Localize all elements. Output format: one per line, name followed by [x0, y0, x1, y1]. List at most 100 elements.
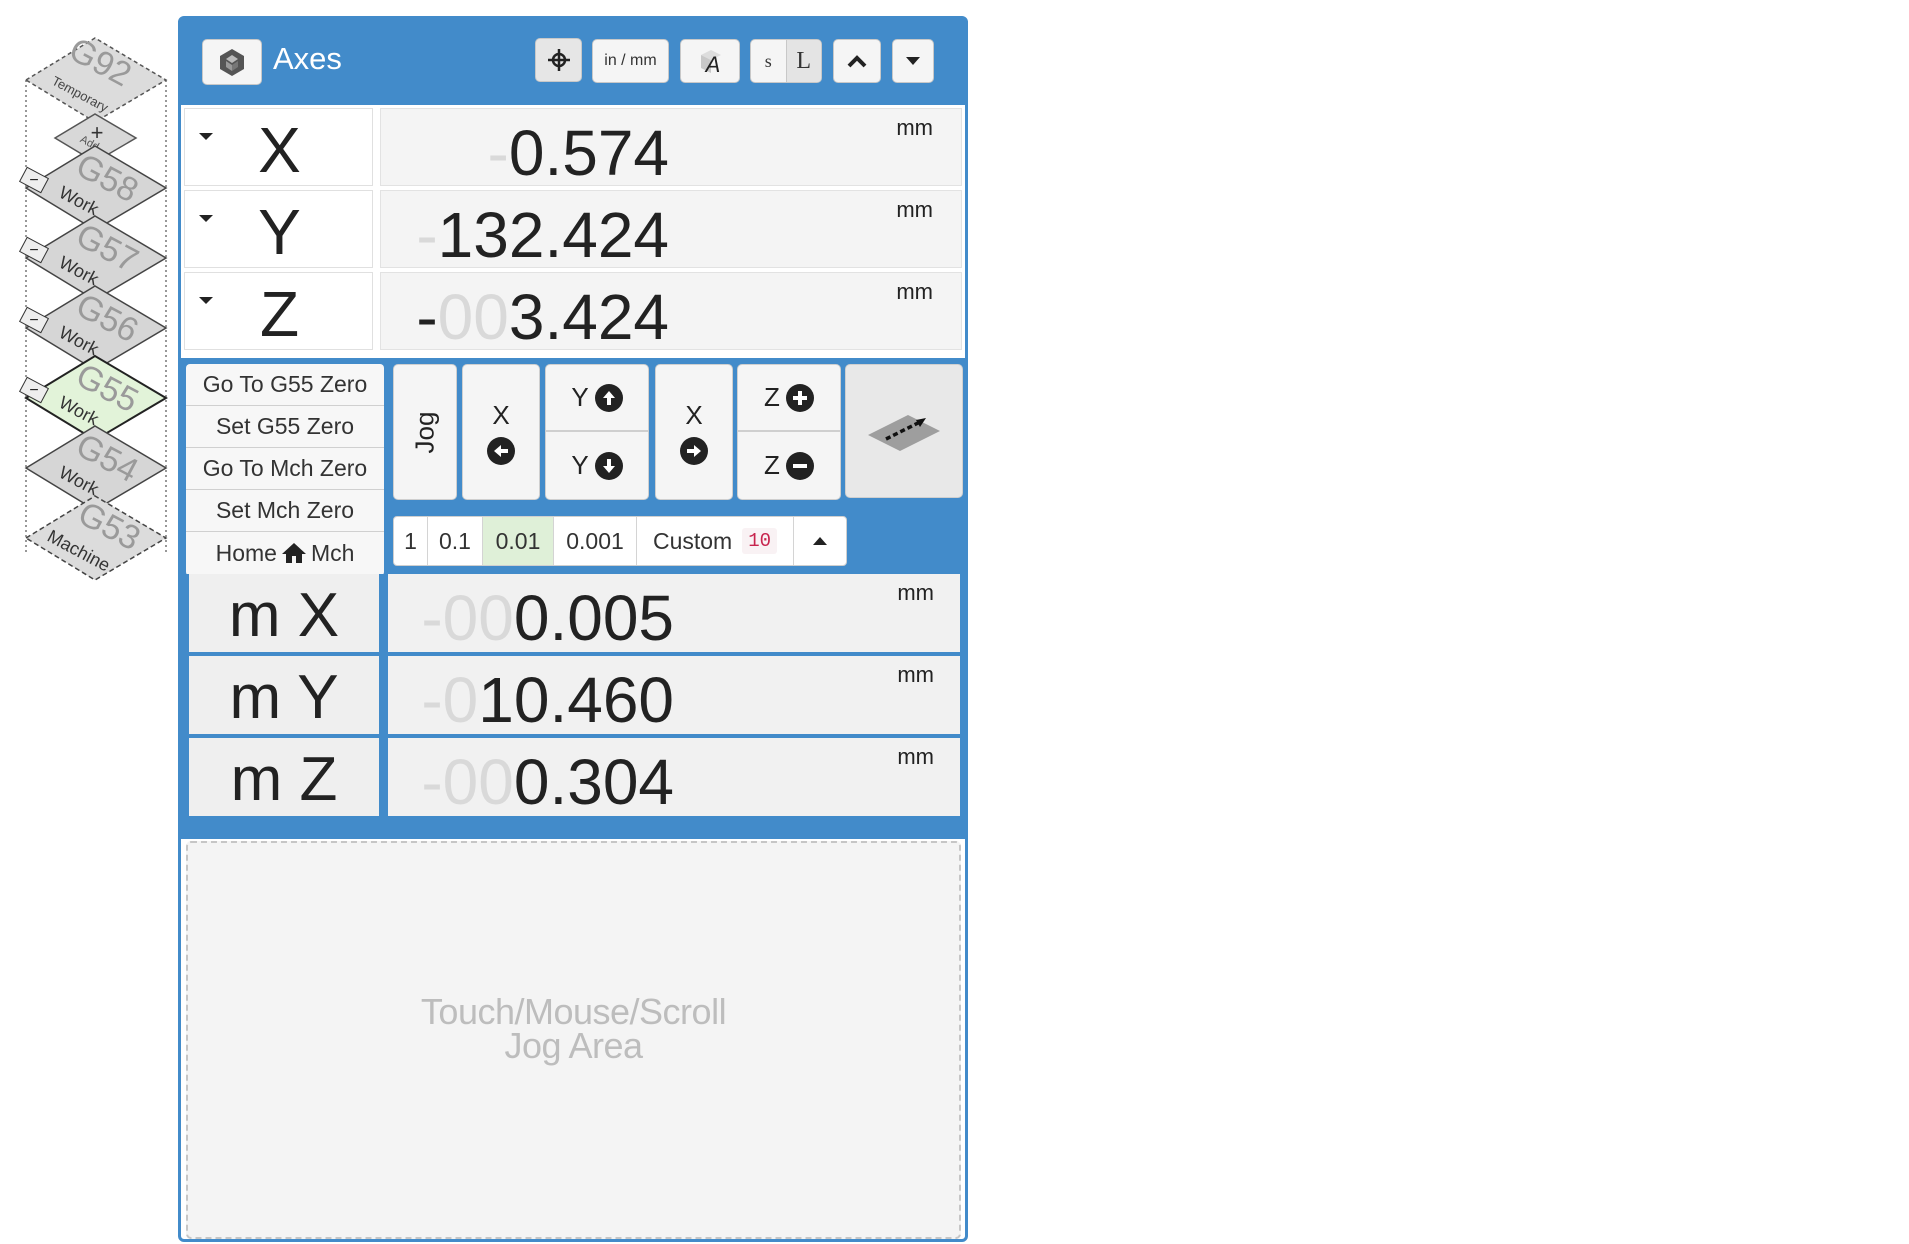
- panel-title: Axes: [273, 41, 342, 76]
- unit-label: mm: [896, 197, 933, 222]
- value-digits: 0.304: [513, 746, 674, 818]
- value-digits: 10.460: [478, 664, 674, 736]
- jog-z-minus-button[interactable]: Z: [737, 431, 841, 500]
- axis-letter: X: [492, 399, 510, 430]
- crosshair-icon: [547, 49, 570, 71]
- machine-label: Mch: [310, 539, 355, 566]
- zero-button-group: Go To G55 Zero Set G55 Zero Go To Mch Ze…: [186, 364, 384, 576]
- machine-axis-row-y: m Y -010.460 mm: [189, 656, 960, 736]
- axis-y-value[interactable]: -132.424 mm: [380, 190, 962, 271]
- value-padding: -: [487, 117, 509, 189]
- axis-z-value[interactable]: -003.424 mm: [380, 272, 962, 353]
- work-coordinates: X -0.574 mm Y -132.424 mm Z -003.424 mm: [184, 108, 962, 356]
- size-toggle-group: s L: [750, 39, 822, 83]
- work-axis-row-z: Z -003.424 mm: [184, 272, 962, 353]
- toggle-axes-button[interactable]: [535, 38, 582, 82]
- svg-text:−: −: [29, 242, 38, 259]
- machine-axis-label: m X: [189, 574, 379, 652]
- svg-text:−: −: [29, 382, 38, 399]
- svg-text:−: −: [29, 172, 38, 189]
- font-a-icon: A: [701, 50, 721, 75]
- jog-mode-button[interactable]: [845, 364, 963, 498]
- touch-jog-area[interactable]: Touch/Mouse/Scroll Jog Area: [186, 841, 961, 1239]
- axis-letter: Y: [571, 450, 589, 480]
- svg-text:−: −: [29, 312, 38, 329]
- minus-circle-icon: [785, 451, 814, 480]
- value-padding: 00: [437, 281, 509, 353]
- arrow-down-icon: [594, 451, 623, 480]
- offset-plate-g92[interactable]: G92 Temporary: [24, 30, 168, 123]
- unit-label: mm: [897, 744, 934, 769]
- axis-y-menu[interactable]: Y: [184, 190, 373, 268]
- arrow-left-icon: [487, 436, 515, 465]
- font-style-button[interactable]: A: [680, 39, 740, 83]
- plus-circle-icon: [785, 383, 814, 412]
- arrow-right-icon: [680, 436, 708, 465]
- hint-line-1: Touch/Mouse/Scroll: [420, 991, 727, 1032]
- value-padding: -00: [421, 746, 514, 818]
- value-padding: -00: [421, 582, 514, 654]
- caret-down-icon: [906, 57, 920, 65]
- jog-y-minus-button[interactable]: Y: [545, 431, 649, 500]
- work-axis-row-y: Y -132.424 mm: [184, 190, 962, 271]
- caret-up-icon: [813, 537, 827, 545]
- units-toggle-button[interactable]: in / mm: [592, 39, 669, 83]
- step-0-01[interactable]: 0.01: [483, 517, 554, 565]
- step-size-selector: 1 0.1 0.01 0.001 Custom 10: [393, 516, 847, 566]
- axes-panel: Axes in / mm A s L X -0.574 mm Y -132.42…: [178, 16, 968, 1242]
- value-digits: 3.424: [508, 281, 669, 353]
- jog-x-plus-button[interactable]: X: [655, 364, 733, 500]
- axis-x-value[interactable]: -0.574 mm: [380, 108, 962, 189]
- step-1[interactable]: 1: [394, 517, 428, 565]
- custom-label: Custom: [652, 527, 733, 554]
- step-0-001[interactable]: 0.001: [554, 517, 637, 565]
- size-small-button[interactable]: s: [751, 40, 787, 82]
- jog-y-plus-button[interactable]: Y: [545, 364, 649, 431]
- axis-name: X: [258, 114, 301, 186]
- jog-x-minus-button[interactable]: X: [462, 364, 540, 500]
- custom-value-badge: 10: [742, 528, 778, 554]
- widget-menu-button[interactable]: [202, 39, 262, 85]
- home-icon: [281, 543, 306, 563]
- home-label: Home: [215, 539, 277, 566]
- size-large-button[interactable]: L: [786, 40, 821, 82]
- step-menu-button[interactable]: [794, 517, 846, 565]
- value-digits: 0.574: [508, 117, 669, 189]
- axis-letter: Z: [764, 382, 780, 412]
- machine-x-value: -000.005 mm: [388, 574, 960, 654]
- step-custom[interactable]: Custom 10: [637, 517, 794, 565]
- axis-name: m Y: [229, 663, 339, 732]
- unit-label: mm: [896, 279, 933, 304]
- axis-z-menu[interactable]: Z: [184, 272, 373, 350]
- collapse-button[interactable]: [833, 39, 881, 83]
- machine-axis-row-x: m X -000.005 mm: [189, 574, 960, 654]
- set-g55-zero-button[interactable]: Set G55 Zero: [186, 406, 384, 448]
- jog-z-plus-button[interactable]: Z: [737, 364, 841, 431]
- jog-section: Go To G55 Zero Set G55 Zero Go To Mch Ze…: [181, 358, 965, 839]
- value-padding: -0: [421, 664, 479, 736]
- offset-plate-g53[interactable]: G53 Machine: [24, 494, 168, 581]
- work-axis-row-x: X -0.574 mm: [184, 108, 962, 189]
- machine-axis-label: m Y: [189, 656, 379, 734]
- set-machine-zero-button[interactable]: Set Mch Zero: [186, 490, 384, 532]
- touch-jog-hint: Touch/Mouse/Scroll Jog Area: [188, 991, 959, 1064]
- value-sign: -: [416, 281, 438, 353]
- dropdown-button[interactable]: [892, 39, 934, 83]
- axis-letter: Z: [764, 450, 780, 480]
- machine-y-value: -010.460 mm: [388, 656, 960, 736]
- machine-axis-label: m Z: [189, 738, 379, 816]
- unit-label: mm: [897, 662, 934, 687]
- goto-g55-zero-button[interactable]: Go To G55 Zero: [186, 364, 384, 406]
- axis-x-menu[interactable]: X: [184, 108, 373, 186]
- unit-label: mm: [897, 580, 934, 605]
- goto-machine-zero-button[interactable]: Go To Mch Zero: [186, 448, 384, 490]
- svg-text:A: A: [704, 52, 721, 75]
- jog-plane-icon: [868, 415, 940, 451]
- home-machine-button[interactable]: Home Mch: [186, 532, 384, 574]
- axis-name: m Z: [230, 745, 338, 814]
- axis-letter: Y: [571, 382, 589, 412]
- step-0-1[interactable]: 0.1: [428, 517, 483, 565]
- arrow-up-icon: [594, 383, 623, 412]
- value-digits: 0.005: [513, 582, 674, 654]
- axis-letter: X: [685, 399, 703, 430]
